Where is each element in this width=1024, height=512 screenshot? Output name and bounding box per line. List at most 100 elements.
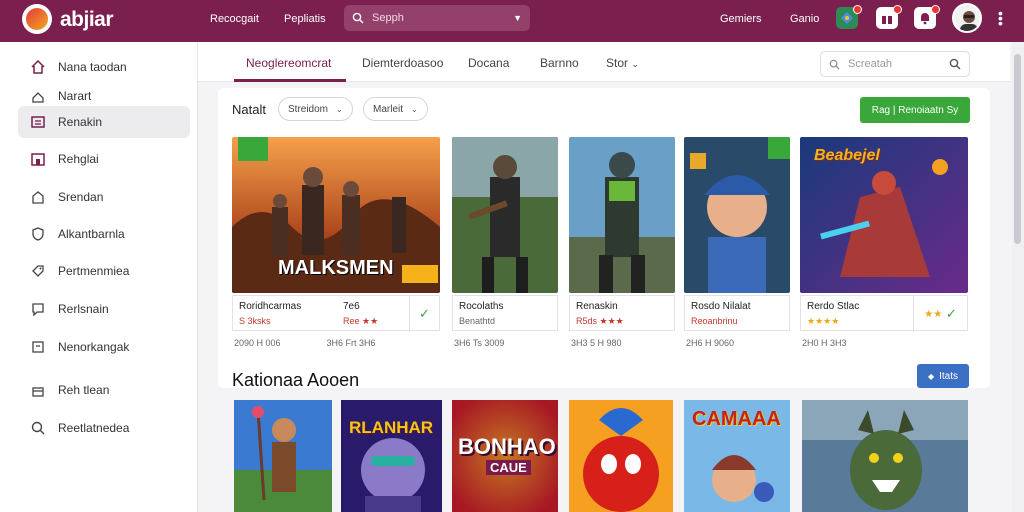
brand-name[interactable]: abjiar: [60, 8, 114, 32]
sidebar-item-label: Pertmenmiea: [58, 264, 130, 278]
card-subtitle: Benathtd: [459, 316, 496, 326]
game-art[interactable]: MALKSMEN: [232, 137, 440, 293]
game-art-title: MALKSMEN: [278, 257, 394, 279]
top-bar: abjiar Recocgait Pepliatis Sepph ▼ Gemie…: [0, 0, 1024, 42]
card-meta-right: 3H6 Frt 3H6: [326, 338, 376, 348]
card-info: Rocolaths Benathtd: [452, 295, 558, 331]
check-icon[interactable]: ✓: [409, 296, 439, 332]
sidebar-item-label: Srendan: [58, 190, 104, 204]
card-info: Rerdo Stlac ★★★★ ★★ ✓: [800, 295, 968, 332]
tile-subtitle: CAUE: [486, 460, 531, 475]
card-subtitle: Reoanbrinu: [691, 316, 738, 326]
game-art[interactable]: [569, 137, 675, 293]
sidebar-item-nenorkangak[interactable]: Nenorkangak: [18, 332, 190, 362]
filter-chip-marleit[interactable]: Marleit ⌄: [363, 97, 428, 121]
sidebar-item-reh-tlean[interactable]: Reh tlean: [18, 375, 190, 405]
games-icon[interactable]: [836, 5, 862, 29]
chevron-down-icon: ⌄: [631, 59, 639, 69]
chat-icon: [30, 301, 46, 317]
content-search[interactable]: Screatah: [820, 51, 970, 77]
card-title: Renaskin: [576, 301, 618, 312]
chip-label: Marleit: [373, 103, 404, 115]
user-icon: [30, 88, 46, 104]
tag-icon: [30, 263, 46, 279]
search-input[interactable]: Sepph: [372, 12, 513, 24]
card-meta: 3H3 5 H 980: [571, 338, 622, 348]
search-icon: [30, 420, 46, 436]
game-tile[interactable]: RLANHAR: [341, 400, 442, 512]
game-tile[interactable]: [569, 400, 673, 512]
featured-panel: Natalt Streidom ⌄ Marleit ⌄ Rag | Renoiaat…: [218, 88, 990, 388]
sidebar-item-label: Reh tlean: [58, 383, 110, 397]
home-icon: [30, 59, 46, 75]
house-icon: [30, 189, 46, 205]
sidebar-item-nana-taodan[interactable]: Nana taodan: [18, 52, 190, 82]
avatar[interactable]: [952, 3, 982, 33]
section-button[interactable]: ◆ Itats: [917, 364, 969, 388]
content-search-input[interactable]: Screatah: [848, 58, 949, 70]
game-art[interactable]: [452, 137, 558, 293]
card-meta: 2H0 H 3H3: [802, 338, 847, 348]
nav-link-ganio[interactable]: Ganio: [790, 13, 819, 25]
green-action-button[interactable]: Rag | Renoiaatn Sy: [860, 97, 970, 123]
card-title: Roridhcarmas: [239, 301, 302, 312]
card-meta: 2H6 H 9060: [686, 338, 735, 348]
tab-stor[interactable]: Stor ⌄: [606, 56, 639, 70]
sidebar-item-rehglai[interactable]: Rehglai: [18, 144, 190, 174]
sidebar-item-label: Nana taodan: [58, 60, 127, 74]
sidebar-item-label: Reetlatnedea: [58, 421, 130, 435]
game-tile[interactable]: BONHAO CAUE: [452, 400, 558, 512]
sidebar-item-srendan[interactable]: Srendan: [18, 182, 190, 212]
scrollbar[interactable]: [1012, 42, 1024, 512]
more-menu-icon[interactable]: • • •: [998, 6, 1003, 30]
tab-barnno[interactable]: Barnno: [540, 56, 579, 70]
sidebar-item-label: Narart: [58, 89, 92, 103]
sidebar-item-renakin[interactable]: Renakin: [18, 106, 190, 138]
store-icon: [30, 151, 46, 167]
card-title: Rocolaths: [459, 301, 504, 312]
star-icon: ★★: [924, 308, 943, 320]
check-icon[interactable]: ★★ ✓: [913, 296, 967, 332]
game-art[interactable]: [684, 137, 790, 293]
sidebar-item-reetlatnedea[interactable]: Reetlatnedea: [18, 413, 190, 443]
tab-stor-label: Stor: [606, 56, 629, 70]
sidebar-item-pertmenmiea[interactable]: Pertmenmiea: [18, 256, 190, 286]
card-title: Rerdo Stlac: [807, 301, 860, 312]
chip-label: Streidom: [288, 103, 329, 115]
panel-label: Natalt: [232, 102, 266, 117]
tab-diemterdoasoo[interactable]: Diemterdoasoo: [362, 56, 443, 70]
game-tile[interactable]: [234, 400, 332, 512]
card-info: Rosdo Nilalat Reoanbrinu: [684, 295, 790, 331]
top-search[interactable]: Sepph ▼: [344, 5, 530, 31]
nav-link-recocgait[interactable]: Recocgait: [210, 13, 259, 25]
sidebar-item-label: Renakin: [58, 115, 103, 129]
tile-title: BONHAO: [458, 434, 556, 459]
nav-link-pepliatis[interactable]: Pepliatis: [284, 13, 326, 25]
notification-icon[interactable]: [914, 5, 940, 29]
game-art-title: Beabejel: [814, 147, 880, 164]
game-art[interactable]: Beabejel: [800, 137, 968, 293]
sidebar-item-label: Rerlsnain: [58, 302, 109, 316]
tab-docana[interactable]: Docana: [468, 56, 509, 70]
scrollbar-thumb[interactable]: [1014, 54, 1021, 244]
sidebar-item-alkantbarnla[interactable]: Alkantbarnla: [18, 219, 190, 249]
nav-link-gemiers[interactable]: Gemiers: [720, 13, 762, 25]
chevron-down-icon: ⌄: [411, 104, 418, 114]
game-tile[interactable]: CAMAAA: [684, 400, 790, 512]
search-icon[interactable]: [949, 58, 961, 70]
gift-icon[interactable]: [876, 5, 902, 29]
filter-chip-streidom[interactable]: Streidom ⌄: [278, 97, 353, 121]
gift-icon: [30, 382, 46, 398]
card-rating: ★★★★: [807, 316, 840, 326]
card-meta-left: 2090 H 006: [234, 338, 281, 348]
chevron-down-icon[interactable]: ▼: [513, 13, 522, 23]
logo[interactable]: [22, 4, 52, 34]
chevron-down-icon: ⌄: [336, 104, 343, 114]
search-icon: [352, 12, 364, 24]
play-icon: ◆: [927, 371, 935, 381]
search-icon: [829, 59, 840, 70]
game-tile[interactable]: [802, 400, 968, 512]
tab-neoglereomcrat[interactable]: Neoglereomcrat: [246, 56, 331, 70]
shield-icon: [30, 226, 46, 242]
sidebar-item-rerlsnain[interactable]: Rerlsnain: [18, 294, 190, 324]
